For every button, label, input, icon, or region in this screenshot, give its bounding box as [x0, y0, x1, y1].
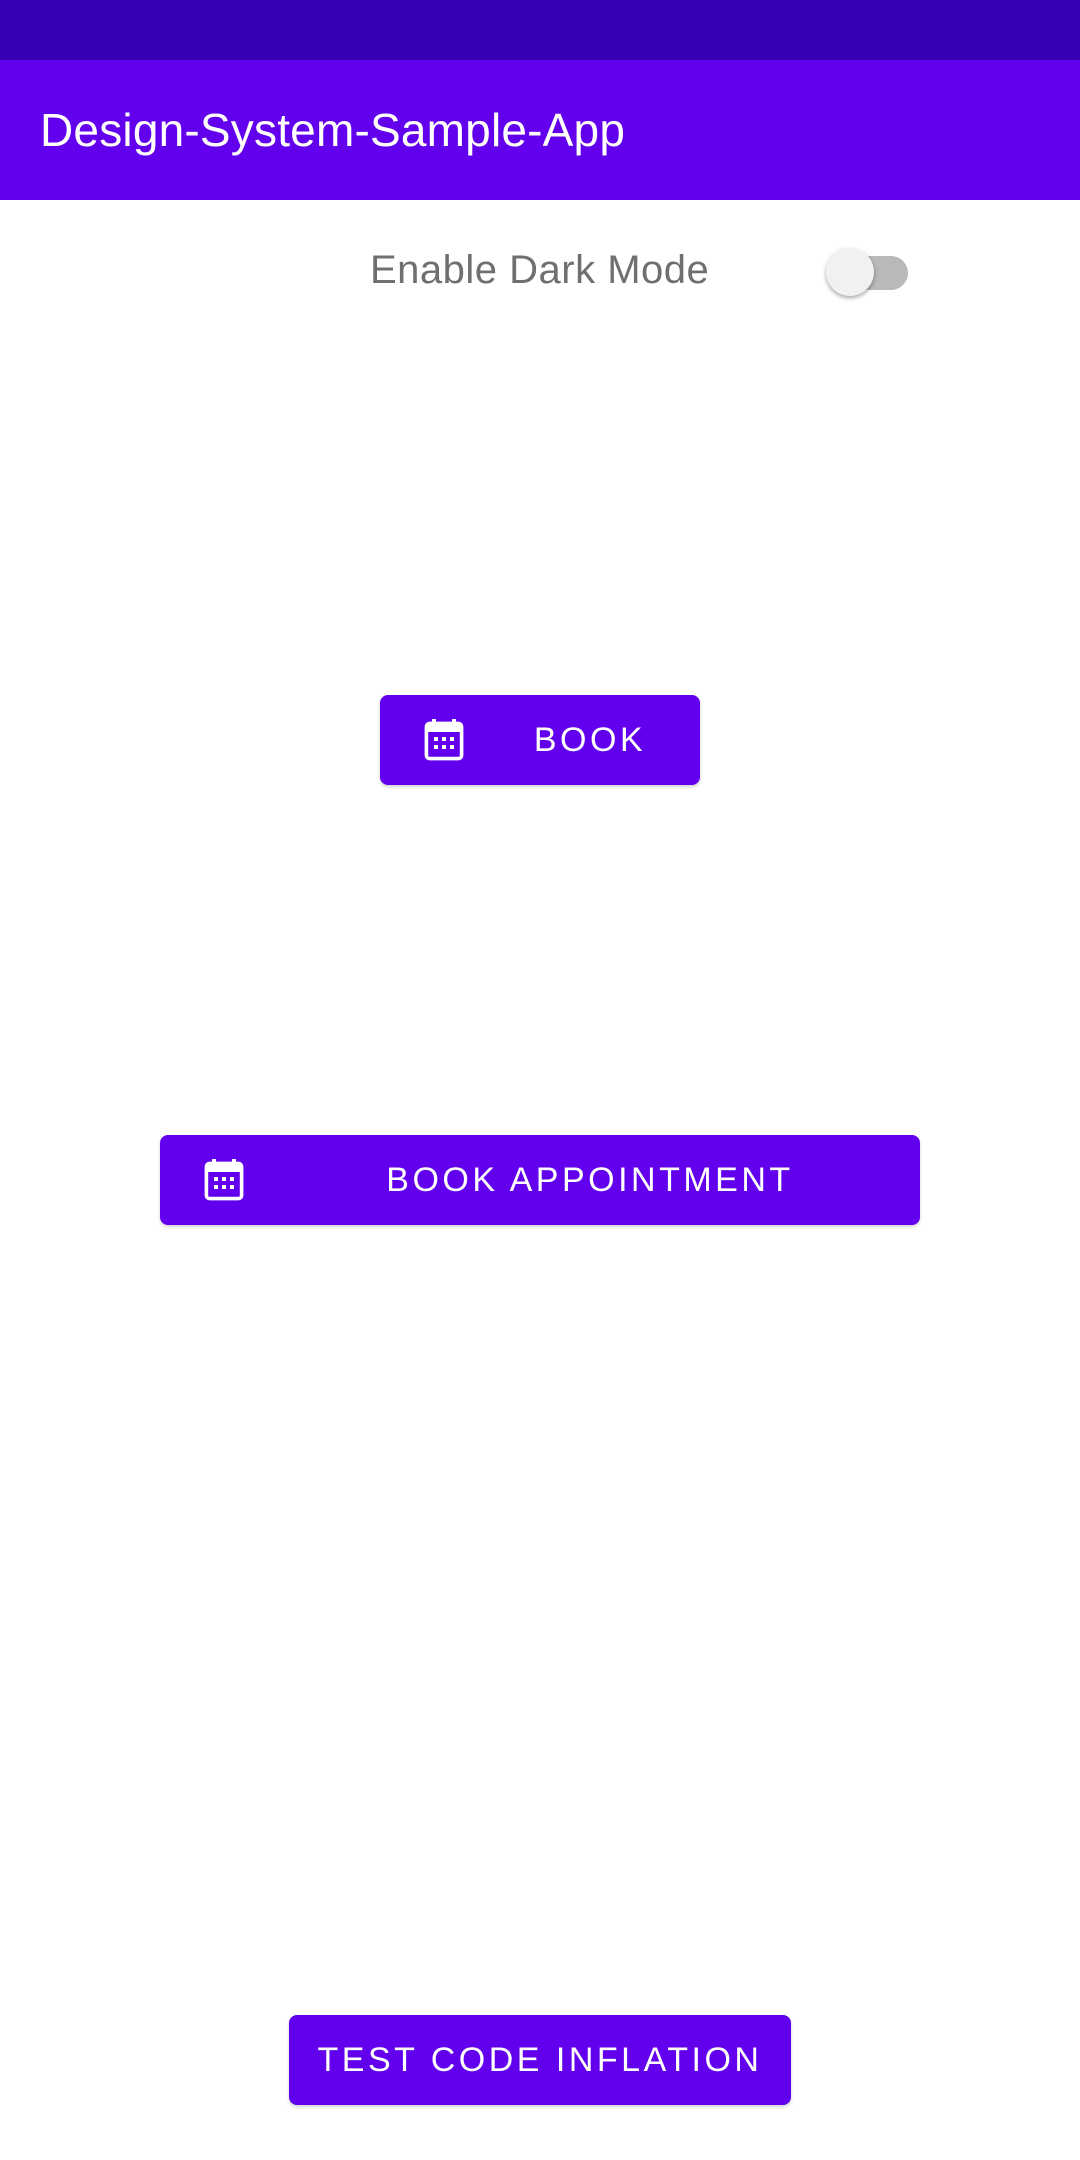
app-title: Design-System-Sample-App: [40, 104, 626, 156]
dark-mode-row: Enable Dark Mode: [0, 230, 1080, 310]
calendar-icon: [424, 719, 464, 761]
status-bar: [0, 0, 1080, 60]
dark-mode-label: Enable Dark Mode: [370, 248, 710, 292]
book-appointment-button[interactable]: BOOK APPOINTMENT: [160, 1135, 920, 1225]
dark-mode-switch[interactable]: [826, 248, 908, 296]
switch-thumb: [826, 248, 874, 296]
test-code-inflation-button-label: TEST CODE INFLATION: [317, 2040, 763, 2079]
book-button[interactable]: BOOK: [380, 695, 700, 785]
test-code-inflation-button[interactable]: TEST CODE INFLATION: [289, 2015, 791, 2105]
app-bar: Design-System-Sample-App: [0, 60, 1080, 200]
book-button-label: BOOK: [533, 720, 647, 759]
calendar-icon: [204, 1159, 244, 1201]
book-appointment-button-label: BOOK APPOINTMENT: [386, 1160, 794, 1199]
